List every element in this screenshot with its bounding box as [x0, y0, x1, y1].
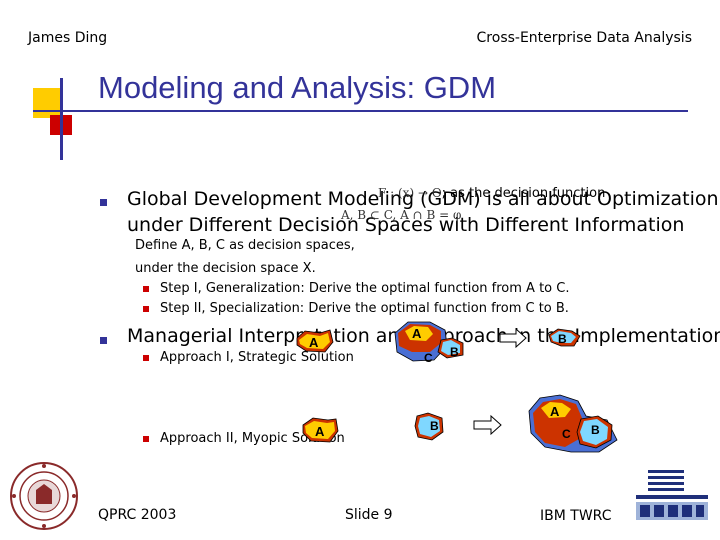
approach2-arrow	[473, 414, 502, 436]
approach1-label-b: B	[450, 345, 459, 359]
ibm-research-logo-icon	[636, 470, 708, 520]
approach2-label-b: B	[430, 419, 439, 433]
approach2-label-a2: A	[550, 404, 560, 419]
approach2-blob-c	[528, 394, 618, 453]
footer-slide-number: Slide 9	[345, 507, 393, 523]
approach2-label-c: C	[562, 427, 571, 441]
approach1-label-a: A	[309, 335, 319, 350]
asa-seal-icon	[10, 462, 78, 530]
approach2-label-b2: B	[591, 423, 600, 437]
footer-right: IBM TWRC	[540, 508, 612, 524]
approach2-blob-b	[414, 412, 444, 441]
approach2-label-a: A	[315, 424, 325, 439]
footer-left: QPRC 2003	[98, 507, 177, 523]
approach1-label-b2: B	[558, 332, 567, 346]
approach1-label-c: C	[424, 351, 433, 365]
approach1-label-a2: A	[412, 326, 422, 341]
approach1-arrow	[499, 327, 527, 349]
approach-diagram: A A C B B A B A C B	[10, 321, 708, 530]
